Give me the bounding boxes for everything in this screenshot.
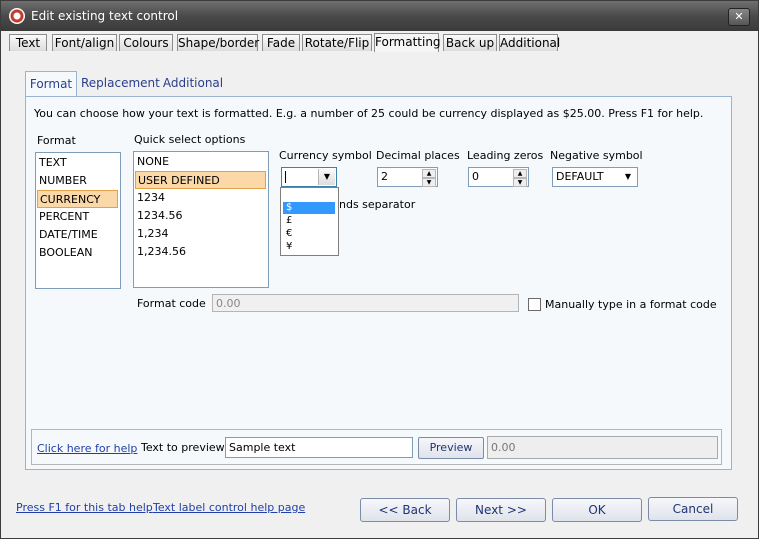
chevron-down-icon[interactable]: ▼ [620, 169, 636, 185]
list-item[interactable]: 1,234.56 [135, 243, 265, 261]
inner-tab-replacement[interactable]: Replacement [81, 71, 160, 95]
format-label: Format [37, 134, 76, 147]
decimal-places-value: 2 [381, 170, 388, 183]
preview-result: 0.00 [487, 436, 718, 459]
list-item[interactable]: NUMBER [37, 172, 117, 190]
dialog-window: Edit existing text control ✕ Text Font/a… [0, 0, 759, 539]
thousands-separator-label: nds separator [339, 198, 416, 211]
tab-additional[interactable]: Additional [499, 34, 560, 51]
quick-select-label: Quick select options [134, 133, 246, 146]
dropdown-option[interactable]: € [283, 228, 335, 240]
text-caret [285, 171, 286, 183]
currency-symbol-label: Currency symbol [279, 149, 372, 162]
f1-help-link[interactable]: Press F1 for this tab help [16, 501, 153, 514]
list-item-selected[interactable]: CURRENCY [37, 190, 118, 208]
currency-symbol-select[interactable]: ▼ [281, 167, 337, 187]
chevron-up-icon[interactable]: ▲ [513, 169, 527, 178]
manual-format-label: Manually type in a format code [545, 298, 717, 311]
list-item-selected[interactable]: USER DEFINED [135, 171, 266, 189]
format-code-label: Format code [137, 297, 206, 310]
format-listbox[interactable]: TEXT NUMBER CURRENCY PERCENT DATE/TIME B… [35, 152, 121, 289]
leading-zeros-label: Leading zeros [467, 149, 544, 162]
manual-format-checkbox[interactable] [528, 298, 541, 311]
tab-colours[interactable]: Colours [119, 34, 173, 51]
list-item[interactable]: TEXT [37, 154, 117, 172]
list-item[interactable]: NONE [135, 153, 265, 171]
dropdown-option[interactable]: £ [283, 215, 335, 227]
ok-button[interactable]: OK [552, 498, 642, 522]
list-item[interactable]: PERCENT [37, 208, 117, 226]
dropdown-option[interactable]: ¥ [283, 241, 335, 253]
stepper-buttons[interactable]: ▲ ▼ [513, 169, 527, 187]
leading-zeros-stepper[interactable]: 0 ▲ ▼ [468, 167, 529, 187]
back-button[interactable]: << Back [360, 498, 450, 522]
description-text: You can choose how your text is formatte… [34, 107, 704, 120]
help-link[interactable]: Click here for help [37, 442, 137, 455]
tab-back-up[interactable]: Back up [443, 34, 497, 51]
negative-symbol-value: DEFAULT [556, 170, 604, 183]
list-item[interactable]: 1234.56 [135, 207, 265, 225]
preview-label: Text to preview [141, 441, 225, 454]
list-item[interactable]: DATE/TIME [37, 226, 117, 244]
window-title: Edit existing text control [31, 9, 179, 23]
inner-tab-additional[interactable]: Additional [161, 71, 225, 95]
cancel-button[interactable]: Cancel [648, 497, 738, 521]
quick-select-listbox[interactable]: NONE USER DEFINED 1234 1234.56 1,234 1,2… [133, 151, 269, 288]
close-button[interactable]: ✕ [728, 8, 750, 26]
currency-dropdown-list[interactable]: $ £ € ¥ [280, 187, 339, 256]
list-item[interactable]: BOOLEAN [37, 244, 117, 262]
help-page-link[interactable]: Text label control help page [153, 501, 305, 514]
stepper-buttons[interactable]: ▲ ▼ [422, 169, 436, 187]
chevron-down-icon[interactable]: ▼ [318, 169, 335, 185]
tab-shape-border[interactable]: Shape/border [177, 34, 259, 51]
tab-text[interactable]: Text [9, 34, 47, 51]
list-item[interactable]: 1234 [135, 189, 265, 207]
inner-tab-format[interactable]: Format [25, 71, 77, 97]
preview-button[interactable]: Preview [418, 437, 484, 459]
negative-symbol-label: Negative symbol [550, 149, 643, 162]
leading-zeros-value: 0 [472, 170, 479, 183]
dropdown-option[interactable]: $ [283, 202, 335, 214]
tab-fade[interactable]: Fade [262, 34, 300, 51]
tab-font-align[interactable]: Font/align [52, 34, 117, 51]
preview-input[interactable]: Sample text [225, 437, 413, 458]
tab-formatting[interactable]: Formatting [374, 33, 441, 52]
chevron-up-icon[interactable]: ▲ [422, 169, 436, 178]
tab-rotate-flip[interactable]: Rotate/Flip [302, 34, 372, 51]
negative-symbol-select[interactable]: DEFAULT ▼ [552, 167, 638, 187]
format-code-input: 0.00 [212, 294, 519, 312]
decimal-places-stepper[interactable]: 2 ▲ ▼ [377, 167, 438, 187]
app-icon [9, 8, 25, 24]
chevron-down-icon[interactable]: ▼ [422, 178, 436, 187]
title-bar: Edit existing text control ✕ [1, 1, 758, 31]
list-item[interactable]: 1,234 [135, 225, 265, 243]
decimal-places-label: Decimal places [376, 149, 460, 162]
chevron-down-icon[interactable]: ▼ [513, 178, 527, 187]
next-button[interactable]: Next >> [456, 498, 546, 522]
